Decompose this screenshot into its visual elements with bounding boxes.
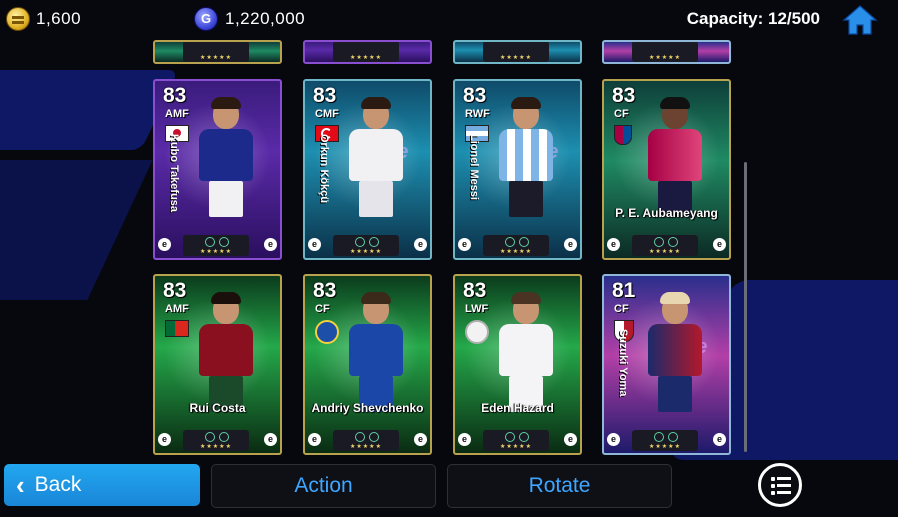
player-image bbox=[495, 97, 557, 217]
club-badge-icon bbox=[465, 320, 489, 344]
card-footer: ★★★★★ bbox=[483, 42, 549, 62]
card-rating: 83 bbox=[163, 279, 187, 302]
player-image bbox=[195, 97, 257, 217]
back-button-label: Back bbox=[34, 473, 82, 496]
efootball-logo-icon: e bbox=[308, 433, 321, 446]
efootball-logo-icon: e bbox=[264, 238, 277, 251]
player-card[interactable]: he 83 RWF Lionel Messi ★★★★★ e e bbox=[453, 79, 582, 260]
chevron-left-icon: ‹ bbox=[16, 469, 25, 500]
list-menu-icon[interactable] bbox=[758, 463, 802, 507]
gp-count: 1,220,000 bbox=[225, 9, 306, 28]
home-icon[interactable] bbox=[842, 4, 878, 36]
card-footer: ★★★★★ bbox=[333, 430, 399, 451]
card-rating: 83 bbox=[463, 84, 487, 107]
player-card[interactable]: ★★★★★ bbox=[453, 40, 582, 64]
card-player-name: Kubo Takefusa bbox=[168, 134, 180, 213]
card-rating: 83 bbox=[313, 279, 337, 302]
card-rating: 83 bbox=[313, 84, 337, 107]
card-position: AMF bbox=[165, 108, 189, 120]
action-button-label: Action bbox=[294, 474, 353, 497]
card-footer: ★★★★★ bbox=[183, 42, 249, 62]
player-image bbox=[195, 292, 257, 412]
player-card[interactable]: ★★★★★ bbox=[602, 40, 731, 64]
player-card[interactable]: he 83 CMF Orkun Kökçü ★★★★★ e e bbox=[303, 79, 432, 260]
player-card[interactable]: ★★★★★ bbox=[303, 40, 432, 64]
action-button[interactable]: Action bbox=[211, 464, 436, 508]
card-footer: ★★★★★ bbox=[183, 235, 249, 256]
card-player-name: Andriy Shevchenko bbox=[311, 401, 424, 415]
gp-icon: G bbox=[194, 7, 218, 31]
card-footer: ★★★★★ bbox=[632, 235, 698, 256]
efootball-logo-icon: e bbox=[158, 433, 171, 446]
card-grid[interactable]: ★★★★★ ★★★★★ ★★★★★ ★★★★★ 83 AMF Kubo Take… bbox=[0, 0, 898, 460]
card-player-name: Eden Hazard bbox=[481, 401, 554, 415]
card-position: RWF bbox=[465, 108, 490, 120]
card-footer: ★★★★★ bbox=[183, 430, 249, 451]
rotate-button[interactable]: Rotate bbox=[447, 464, 672, 508]
club-badge-icon bbox=[315, 320, 339, 344]
player-image bbox=[644, 97, 706, 217]
efootball-logo-icon: e bbox=[308, 238, 321, 251]
card-footer: ★★★★★ bbox=[483, 235, 549, 256]
card-rating: 83 bbox=[612, 84, 636, 107]
player-image bbox=[495, 292, 557, 412]
player-card[interactable]: 83 CF P. E. Aubameyang ★★★★★ e e bbox=[602, 79, 731, 260]
grid-scrollbar[interactable] bbox=[744, 162, 747, 452]
efootball-logo-icon: e bbox=[414, 238, 427, 251]
flag-portugal-icon bbox=[165, 320, 189, 337]
efootball-logo-icon: e bbox=[264, 433, 277, 446]
card-footer: ★★★★★ bbox=[333, 42, 399, 62]
back-button[interactable]: ‹ Back bbox=[4, 464, 200, 506]
card-player-name: Suzuki Yoma bbox=[617, 329, 629, 397]
card-player-name: P. E. Aubameyang bbox=[615, 206, 718, 220]
card-player-name: Lionel Messi bbox=[468, 134, 480, 201]
card-footer: ★★★★★ bbox=[632, 430, 698, 451]
coins-count: 1,600 bbox=[36, 9, 82, 28]
capacity-label: Capacity: 12/500 bbox=[686, 9, 820, 28]
rotate-button-label: Rotate bbox=[528, 474, 591, 497]
player-image bbox=[345, 292, 407, 412]
card-rating: 81 bbox=[612, 279, 636, 302]
player-card[interactable]: 83 AMF Rui Costa ★★★★★ e e bbox=[153, 274, 282, 455]
player-card[interactable]: he 81 CF Suzuki Yoma ★★★★★ e e bbox=[602, 274, 731, 455]
card-rating: 83 bbox=[463, 279, 487, 302]
card-footer: ★★★★★ bbox=[632, 42, 698, 62]
efootball-logo-icon: e bbox=[607, 238, 620, 251]
efootball-logo-icon: e bbox=[458, 238, 471, 251]
player-card[interactable]: 83 CF Andriy Shevchenko ★★★★★ e e bbox=[303, 274, 432, 455]
card-player-name: Orkun Kökçü bbox=[318, 134, 330, 204]
player-image bbox=[345, 97, 407, 217]
coin-icon bbox=[6, 7, 30, 31]
player-card[interactable]: 83 LWF Eden Hazard ★★★★★ e e bbox=[453, 274, 582, 455]
player-image bbox=[644, 292, 706, 412]
card-position: LWF bbox=[465, 303, 489, 315]
card-position: CF bbox=[315, 303, 330, 315]
card-position: CMF bbox=[315, 108, 339, 120]
efootball-logo-icon: e bbox=[564, 433, 577, 446]
card-rating: 83 bbox=[163, 84, 187, 107]
efootball-logo-icon: e bbox=[158, 238, 171, 251]
card-footer: ★★★★★ bbox=[483, 430, 549, 451]
efootball-logo-icon: e bbox=[564, 238, 577, 251]
player-card[interactable]: ★★★★★ bbox=[153, 40, 282, 64]
efootball-logo-icon: e bbox=[713, 238, 726, 251]
card-player-name: Rui Costa bbox=[189, 401, 246, 415]
player-card[interactable]: 83 AMF Kubo Takefusa ★★★★★ e e bbox=[153, 79, 282, 260]
card-position: CF bbox=[614, 303, 629, 315]
efootball-logo-icon: e bbox=[713, 433, 726, 446]
efootball-logo-icon: e bbox=[458, 433, 471, 446]
card-position: CF bbox=[614, 108, 629, 120]
efootball-logo-icon: e bbox=[414, 433, 427, 446]
club-badge-icon bbox=[614, 125, 632, 145]
efootball-logo-icon: e bbox=[607, 433, 620, 446]
card-position: AMF bbox=[165, 303, 189, 315]
top-bar: 1,600 G 1,220,000 Capacity: 12/500 bbox=[0, 0, 898, 40]
card-footer: ★★★★★ bbox=[333, 235, 399, 256]
